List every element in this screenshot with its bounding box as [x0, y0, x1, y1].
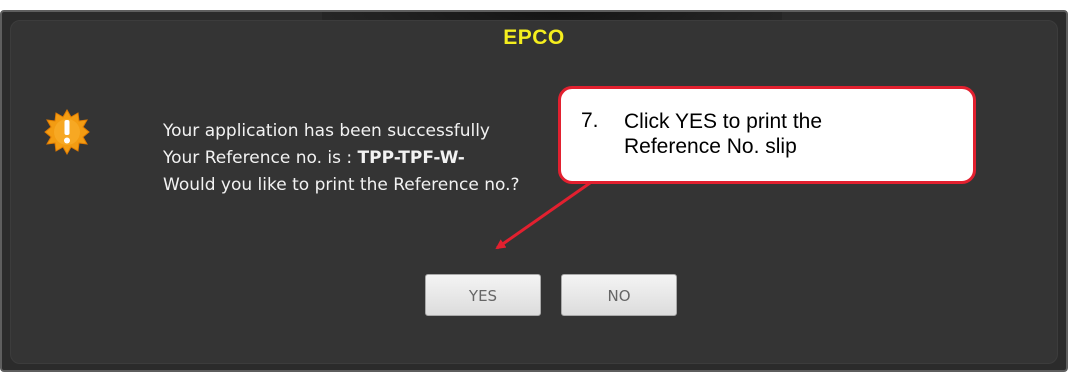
yes-button[interactable]: YES: [425, 274, 541, 316]
callout-line-2: Reference No. slip: [624, 135, 797, 158]
message-line-reference: Your Reference no. is : TPP-TPF-W-: [163, 145, 593, 172]
message-line-question: Would you like to print the Reference no…: [163, 175, 520, 195]
instruction-callout: 7. Click YES to print the Reference No. …: [558, 86, 976, 184]
reference-label: Your Reference no. is :: [163, 148, 358, 168]
callout-text: Click YES to print the Reference No. sli…: [624, 109, 954, 159]
message-line-status: Your application has been successfully: [163, 121, 490, 141]
callout-step-number: 7.: [581, 109, 599, 132]
screenshot-stage: EPCO Your application has been successfu…: [0, 0, 1068, 374]
dialog-message: Your application has been successfully Y…: [163, 118, 593, 199]
dialog-title: EPCO: [503, 26, 565, 49]
warning-burst-icon: [44, 109, 90, 155]
reference-value: TPP-TPF-W-: [357, 148, 465, 168]
callout-line-1: Click YES to print the: [624, 110, 823, 133]
no-button[interactable]: NO: [561, 274, 677, 316]
